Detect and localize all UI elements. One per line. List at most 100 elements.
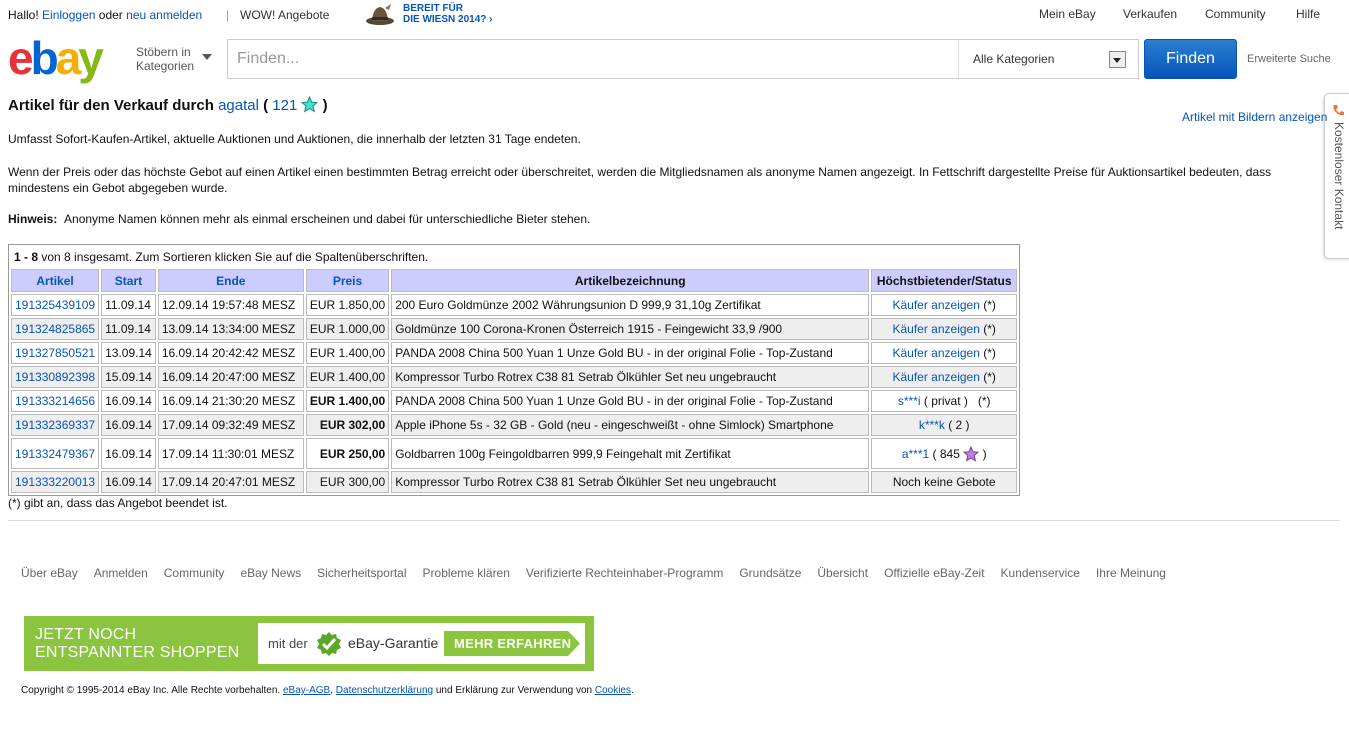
nav-help[interactable]: Hilfe: [1296, 7, 1320, 21]
caret-down-icon: [202, 54, 212, 60]
item-id-link[interactable]: 191324825865: [15, 322, 95, 336]
info-text: Wenn der Preis oder das höchste Gebot au…: [8, 165, 1272, 195]
status-cell: Noch keine Gebote: [871, 471, 1018, 493]
start-cell: 16.09.14: [101, 390, 156, 412]
item-id-cell: 191333214656: [11, 390, 100, 412]
feedback-score-link[interactable]: 121: [272, 97, 297, 114]
wow-offers-link[interactable]: WOW! Angebote: [240, 8, 329, 22]
start-cell: 16.09.14: [101, 438, 156, 469]
greeting: Hallo! Einloggen oder neu anmelden: [8, 8, 203, 22]
title-cell: Goldbarren 100g Feingoldbarren 999,9 Fei…: [391, 438, 870, 469]
nav-community[interactable]: Community: [1205, 7, 1266, 21]
table-row: 191333220013 16.09.14 17.09.14 20:47:01 ME…: [11, 471, 1018, 493]
nav-my-ebay[interactable]: Mein eBay: [1039, 7, 1096, 21]
status-suffix: (*): [983, 346, 996, 360]
end-cell: 13.09.14 13:34:00 MESZ: [157, 318, 304, 340]
bidder-link[interactable]: k***k: [919, 418, 945, 432]
title-cell: 200 Euro Goldmünze 2002 Währungsunion D …: [391, 294, 870, 316]
footer-link[interactable]: Probleme klären: [423, 566, 510, 580]
title-cell: Kompressor Turbo Rotrex C38 81 Setrab Öl…: [391, 471, 870, 493]
ebay-logo-icon: ebay: [8, 34, 107, 84]
ended-note: (*) gibt an, dass das Angebot beendet is…: [8, 496, 228, 510]
item-id-link[interactable]: 191332369337: [15, 418, 95, 432]
item-id-link[interactable]: 191325439109: [15, 298, 95, 312]
footer-link[interactable]: Anmelden: [94, 566, 148, 580]
guarantee-check-icon: [317, 632, 341, 656]
item-id-link[interactable]: 191333214656: [15, 394, 95, 408]
free-contact-tab[interactable]: Kostenloser Kontakt: [1324, 93, 1349, 259]
item-id-cell: 191330892398: [11, 366, 100, 388]
item-id-link[interactable]: 191327850521: [15, 346, 95, 360]
price-cell: EUR 1.850,00: [305, 294, 390, 316]
title-cell: PANDA 2008 China 500 Yuan 1 Unze Gold BU…: [391, 342, 870, 364]
bidder-link[interactable]: Käufer anzeigen: [892, 370, 979, 384]
end-cell: 17.09.14 11:30:01 MESZ: [157, 438, 304, 469]
footer-link[interactable]: Community: [164, 566, 225, 580]
status-cell: Käufer anzeigen (*): [871, 318, 1018, 340]
login-link[interactable]: Einloggen: [42, 8, 95, 22]
col-header-start[interactable]: Start: [101, 269, 156, 292]
item-id-link[interactable]: 191333220013: [15, 475, 95, 489]
footer-link[interactable]: Offizielle eBay-Zeit: [884, 566, 984, 580]
item-id-cell: 191324825865: [11, 318, 100, 340]
item-id-cell: 191325439109: [11, 294, 100, 316]
status-suffix: (*): [983, 322, 996, 336]
advanced-search-link[interactable]: Erweiterte Suche: [1247, 53, 1331, 65]
col-header-title: Artikelbezeichnung: [391, 269, 870, 292]
intro-text: Umfasst Sofort-Kaufen-Artikel, aktuelle …: [8, 132, 581, 146]
title-cell: Apple iPhone 5s - 32 GB - Gold (neu - ei…: [391, 414, 870, 436]
status-cell: Käufer anzeigen (*): [871, 342, 1018, 364]
status-suffix: ( privat ) (*): [923, 394, 991, 408]
top-bar: Hallo! Einloggen oder neu anmelden | WOW…: [8, 3, 1321, 25]
item-id-cell: 191332369337: [11, 414, 100, 436]
hat-icon: [366, 4, 394, 25]
price-cell: EUR 300,00: [305, 471, 390, 493]
start-cell: 13.09.14: [101, 342, 156, 364]
bidder-link[interactable]: s***i: [898, 394, 921, 408]
status-cell: k***k ( 2 ): [871, 414, 1018, 436]
start-cell: 16.09.14: [101, 471, 156, 493]
bidder-link[interactable]: a***1: [902, 447, 929, 461]
status-cell: Käufer anzeigen (*): [871, 366, 1018, 388]
bidder-link[interactable]: Käufer anzeigen: [892, 322, 979, 336]
footer-link[interactable]: Grundsätze: [739, 566, 801, 580]
guarantee-banner[interactable]: JETZT NOCH ENTSPANNTER SHOPPEN mit der e…: [24, 616, 594, 671]
seller-link[interactable]: agatal: [218, 97, 259, 114]
footer-link[interactable]: Verifizierte Rechteinhaber-Programm: [526, 566, 723, 580]
turquoise-star-icon: [301, 96, 319, 113]
item-id-cell: 191333220013: [11, 471, 100, 493]
col-header-item[interactable]: Artikel: [11, 269, 100, 292]
item-id-link[interactable]: 191330892398: [15, 370, 95, 384]
footer-link[interactable]: Über eBay: [21, 566, 78, 580]
bidder-link[interactable]: Käufer anzeigen: [892, 346, 979, 360]
end-cell: 16.09.14 20:47:00 MESZ: [157, 366, 304, 388]
cookies-link[interactable]: Cookies: [595, 685, 631, 696]
nav-sell[interactable]: Verkaufen: [1123, 7, 1177, 21]
price-cell: EUR 250,00: [305, 438, 390, 469]
footer-link[interactable]: Übersicht: [817, 566, 868, 580]
end-cell: 17.09.14 09:32:49 MESZ: [157, 414, 304, 436]
title-cell: Kompressor Turbo Rotrex C38 81 Setrab Öl…: [391, 366, 870, 388]
item-id-link[interactable]: 191332479367: [15, 447, 95, 461]
footer-link[interactable]: Ihre Meinung: [1096, 566, 1166, 580]
footer-link[interactable]: Kundenservice: [1001, 566, 1080, 580]
category-select[interactable]: Alle Kategorien: [958, 40, 1138, 78]
price-cell: EUR 302,00: [305, 414, 390, 436]
bidder-link[interactable]: Käufer anzeigen: [892, 298, 979, 312]
purple-star-icon: [963, 445, 980, 462]
price-cell: EUR 1.000,00: [305, 318, 390, 340]
col-header-price[interactable]: Preis: [305, 269, 390, 292]
register-link[interactable]: neu anmelden: [126, 8, 202, 22]
find-button[interactable]: Finden: [1144, 39, 1237, 79]
search-input[interactable]: [228, 40, 956, 78]
phone-icon: [1333, 105, 1344, 116]
show-with-pictures-link[interactable]: Artikel mit Bildern anzeigen: [1182, 110, 1327, 124]
privacy-link[interactable]: Datenschutzerklärung: [336, 685, 433, 696]
table-row: 191330892398 15.09.14 16.09.14 20:47:00 ME…: [11, 366, 1018, 388]
agb-link[interactable]: eBay-AGB: [283, 685, 330, 696]
status-suffix: (*): [983, 298, 996, 312]
footer-link[interactable]: eBay News: [240, 566, 301, 580]
footer-link[interactable]: Sicherheitsportal: [317, 566, 406, 580]
col-header-end[interactable]: Ende: [157, 269, 304, 292]
browse-categories[interactable]: Stöbern in Kategorien: [136, 45, 216, 73]
